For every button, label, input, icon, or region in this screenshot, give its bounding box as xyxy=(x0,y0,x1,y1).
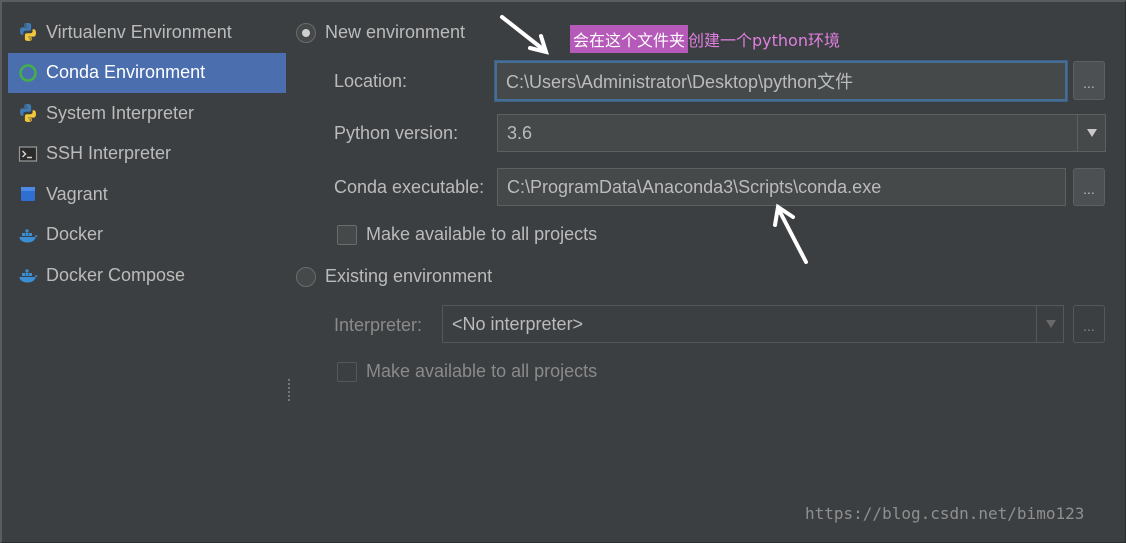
docker-icon xyxy=(18,225,38,245)
make-available-label: Make available to all projects xyxy=(366,361,598,381)
sidebar-item-virtualenv[interactable]: Virtualenv Environment xyxy=(8,12,286,53)
chevron-down-icon[interactable] xyxy=(1077,114,1105,152)
sidebar-item-label: Vagrant xyxy=(46,183,108,204)
python-icon xyxy=(18,103,38,123)
sidebar-item-docker[interactable]: Docker xyxy=(8,215,286,256)
sidebar-item-conda[interactable]: Conda Environment xyxy=(8,52,286,93)
interpreter-type-list: Virtualenv Environment Conda Environment… xyxy=(8,12,286,296)
existing-environment-radio[interactable]: Existing environment xyxy=(296,266,492,287)
location-label: Location: xyxy=(334,71,408,91)
radio-button[interactable] xyxy=(296,22,316,43)
sidebar-item-label: Conda Environment xyxy=(46,62,206,83)
python-icon xyxy=(18,22,38,42)
sidebar-item-label: Docker Compose xyxy=(46,264,186,285)
new-environment-label: New environment xyxy=(325,22,466,42)
sidebar-item-docker-compose[interactable]: Docker Compose xyxy=(8,255,286,296)
sidebar-item-ssh-interpreter[interactable]: SSH Interpreter xyxy=(8,134,286,175)
interpreter-browse-button[interactable]: ... xyxy=(1073,305,1105,343)
radio-button[interactable] xyxy=(296,266,316,287)
docker-icon xyxy=(18,265,38,285)
annotation-text: 会在这个文件夹 创建一个python环境 xyxy=(566,25,844,53)
annotation-rest: 创建一个python环境 xyxy=(688,31,840,50)
new-environment-radio[interactable]: New environment xyxy=(296,22,465,43)
sidebar-item-label: Virtualenv Environment xyxy=(46,21,232,42)
sidebar-item-label: System Interpreter xyxy=(46,102,195,123)
make-available-checkbox-existing[interactable]: Make available to all projects xyxy=(337,361,597,382)
location-input[interactable]: C:\Users\Administrator\Desktop\python文件 xyxy=(495,61,1067,101)
existing-environment-label: Existing environment xyxy=(325,266,493,286)
annotation-highlight: 会在这个文件夹 xyxy=(570,25,689,53)
sidebar-item-label: SSH Interpreter xyxy=(46,143,172,164)
sidebar-item-label: Docker xyxy=(46,224,104,245)
watermark: https://blog.csdn.net/bimo123 xyxy=(805,504,1085,523)
conda-executable-browse-button[interactable]: ... xyxy=(1073,168,1105,206)
sidebar-item-vagrant[interactable]: Vagrant xyxy=(8,174,286,215)
terminal-icon xyxy=(18,144,38,164)
checkbox[interactable] xyxy=(337,224,357,245)
interpreter-select[interactable]: <No interpreter> xyxy=(442,305,1064,343)
sidebar-item-system-interpreter[interactable]: System Interpreter xyxy=(8,93,286,134)
python-version-select[interactable]: 3.6 xyxy=(497,114,1106,152)
conda-icon xyxy=(18,63,38,83)
make-available-checkbox-new[interactable]: Make available to all projects xyxy=(337,224,597,245)
chevron-down-icon[interactable] xyxy=(1036,305,1064,343)
checkbox[interactable] xyxy=(337,361,357,382)
splitter-handle[interactable] xyxy=(287,378,291,402)
interpreter-label: Interpreter: xyxy=(334,315,423,335)
vagrant-icon xyxy=(18,184,38,204)
python-version-label: Python version: xyxy=(334,123,459,143)
conda-executable-label: Conda executable: xyxy=(334,177,485,197)
make-available-label: Make available to all projects xyxy=(366,224,598,244)
conda-executable-input[interactable]: C:\ProgramData\Anaconda3\Scripts\conda.e… xyxy=(497,168,1066,206)
location-browse-button[interactable]: ... xyxy=(1073,61,1105,100)
